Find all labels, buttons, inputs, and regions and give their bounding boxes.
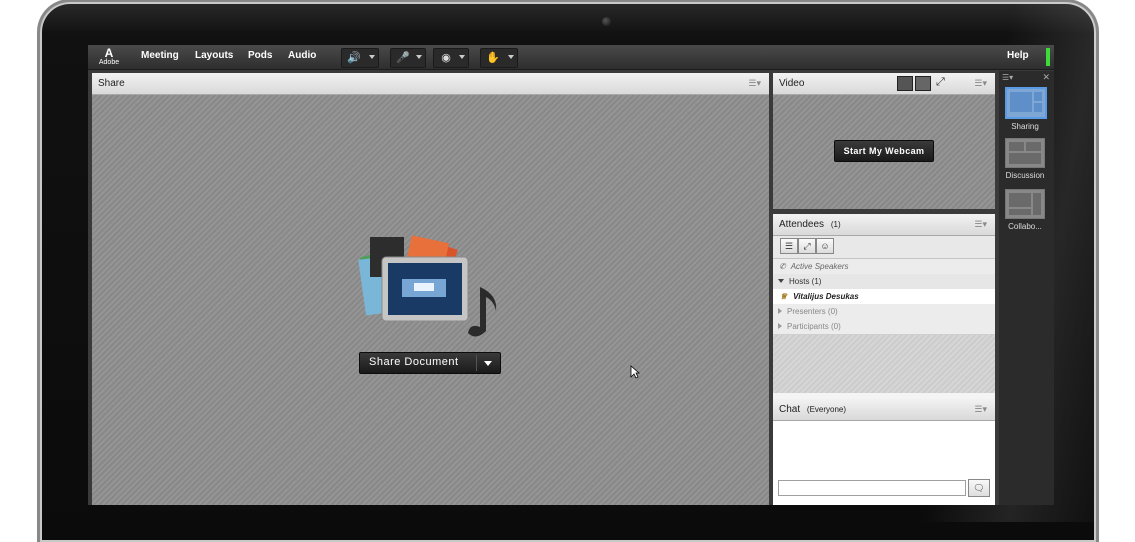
group-participants-label: Participants (0) — [787, 322, 841, 331]
pod-options-icon[interactable]: ☰▾ — [974, 404, 987, 415]
layout-sharing[interactable]: Sharing — [1005, 87, 1047, 131]
chat-pod: Chat (Everyone) ☰▾ 🗨 — [773, 399, 995, 505]
microphone-button[interactable]: 🎤 — [390, 48, 426, 68]
attendees-title-text: Attendees — [779, 219, 825, 230]
layout-discussion[interactable]: Discussion — [1005, 138, 1045, 180]
group-participants[interactable]: Participants (0) — [773, 319, 995, 335]
layout-sharing-label: Sharing — [1011, 122, 1039, 131]
share-pod: Share ☰▾ Share Document — [92, 73, 769, 505]
attendees-count: (1) — [830, 220, 841, 229]
attendee-name: Vitalijus Desukas — [793, 292, 859, 301]
chevron-down-icon — [459, 55, 465, 59]
pod-options-icon[interactable]: ☰▾ — [974, 219, 987, 230]
group-presenters[interactable]: Presenters (0) — [773, 304, 995, 320]
attendee-row[interactable]: ♕ Vitalijus Desukas — [773, 289, 995, 305]
webcam-lens — [602, 17, 611, 26]
pod-options-icon[interactable]: ☰▾ — [748, 78, 761, 89]
speaker-toggle-button[interactable]: 🔊 — [341, 48, 379, 68]
host-user-icon: ♕ — [780, 292, 788, 301]
adobe-logo: A Adobe — [98, 47, 120, 67]
layouts-menu-icon[interactable]: ☰▾ — [1002, 73, 1013, 82]
video-pod: Video ⤢ ☰▾ Start My Webcam — [773, 73, 995, 209]
attendees-empty-area — [773, 335, 995, 393]
help-menu[interactable]: Help — [1007, 50, 1029, 61]
expand-down-icon — [778, 279, 784, 284]
mouse-cursor-icon — [630, 365, 640, 379]
chat-scope: (Everyone) — [806, 405, 847, 414]
pod-options-icon[interactable]: ☰▾ — [974, 78, 987, 89]
video-pod-header: Video ⤢ ☰▾ — [773, 73, 995, 95]
video-pod-title: Video — [779, 78, 805, 89]
chevron-down-icon — [508, 55, 514, 59]
group-hosts-label: Hosts (1) — [789, 277, 822, 286]
send-message-button[interactable]: 🗨 — [968, 479, 990, 497]
webcam-button[interactable]: ◉ — [433, 48, 469, 68]
status-button[interactable]: ✋ — [480, 48, 518, 68]
adobe-logo-icon: A — [104, 46, 114, 60]
chevron-down-icon — [369, 55, 375, 59]
grid-view-icon[interactable] — [897, 76, 913, 91]
fullscreen-icon[interactable]: ⤢ — [936, 76, 945, 89]
meeting-screen: A Adobe Meeting Layouts Pods Audio 🔊 🎤 ◉… — [88, 45, 1054, 505]
active-speakers-row: ✆ Active Speakers — [773, 259, 995, 275]
close-icon[interactable]: ✕ — [1042, 72, 1050, 83]
video-pod-content: Start My Webcam — [773, 95, 995, 209]
speaker-icon: 🔊 — [347, 52, 361, 64]
chat-messages-area: 🗨 — [773, 421, 995, 505]
raise-hand-icon: ✋ — [486, 52, 500, 64]
share-document-button[interactable]: Share Document — [359, 352, 501, 374]
active-speakers-label: Active Speakers — [790, 262, 849, 271]
chevron-down-icon — [416, 55, 422, 59]
layout-sharing-thumbnail — [1005, 87, 1047, 119]
menu-meeting[interactable]: Meeting — [141, 50, 179, 61]
connection-status-indicator — [1046, 48, 1050, 66]
document-media-icon — [358, 235, 497, 337]
button-divider — [476, 355, 477, 371]
speech-bubble-icon: 🗨 — [973, 483, 985, 493]
layout-collaboration-thumbnail — [1005, 189, 1045, 219]
menu-pods[interactable]: Pods — [248, 50, 272, 61]
group-hosts[interactable]: Hosts (1) — [773, 274, 995, 290]
list-view-icon[interactable]: ☰ — [780, 238, 798, 254]
share-document-label: Share Document — [369, 356, 459, 368]
share-options-dropdown-icon[interactable] — [484, 361, 492, 366]
menu-layouts[interactable]: Layouts — [195, 50, 233, 61]
chat-input[interactable] — [778, 480, 966, 496]
menu-bar: A Adobe Meeting Layouts Pods Audio 🔊 🎤 ◉… — [88, 45, 1054, 70]
attendees-pod-header: Attendees (1) ☰▾ — [773, 214, 995, 236]
expand-right-icon — [778, 308, 782, 315]
adobe-logo-text: Adobe — [98, 59, 120, 66]
layout-discussion-thumbnail — [1005, 138, 1045, 168]
status-view-icon[interactable]: ☺ — [816, 238, 834, 254]
chat-title-text: Chat — [779, 404, 801, 415]
webcam-icon: ◉ — [441, 52, 451, 64]
share-pod-content: Share Document — [92, 95, 769, 505]
chat-pod-header: Chat (Everyone) ☰▾ — [773, 399, 995, 421]
layout-collaboration-label: Collabo... — [1008, 222, 1042, 231]
chat-pod-title: Chat (Everyone) — [779, 404, 846, 415]
expand-right-icon — [778, 323, 782, 330]
layouts-panel: ☰▾ ✕ Sharing Discussion Collabo... — [999, 71, 1054, 505]
layout-discussion-label: Discussion — [1005, 171, 1045, 180]
share-pod-title: Share — [98, 78, 125, 89]
attendees-pod-title: Attendees (1) — [779, 219, 841, 230]
start-webcam-button[interactable]: Start My Webcam — [834, 140, 934, 162]
layout-collaboration[interactable]: Collabo... — [1005, 189, 1045, 231]
phone-icon: ✆ — [779, 262, 786, 271]
group-presenters-label: Presenters (0) — [787, 307, 838, 316]
share-pod-header: Share ☰▾ — [92, 73, 769, 95]
breakout-icon[interactable]: ⤢ — [798, 238, 816, 254]
menu-audio[interactable]: Audio — [288, 50, 316, 61]
single-view-icon[interactable] — [915, 76, 931, 91]
attendees-toolbar: ☰ ⤢ ☺ — [773, 236, 995, 259]
microphone-icon: 🎤 — [396, 52, 410, 64]
